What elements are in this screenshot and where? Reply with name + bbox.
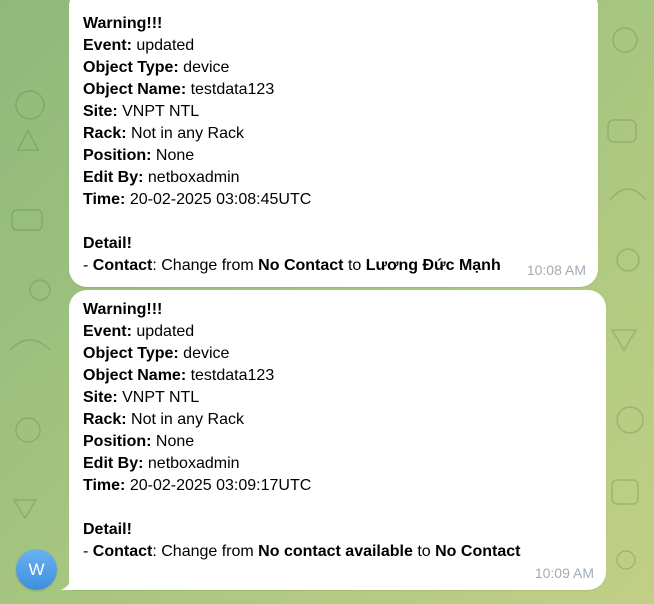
- message-bubble[interactable]: Warning!!! Event: updated Object Type: d…: [69, 290, 606, 590]
- time-value: 20-02-2025 03:08:45UTC: [125, 191, 312, 208]
- detail-heading: Detail!: [83, 235, 132, 252]
- position-label: Position:: [83, 147, 152, 164]
- rack-value: Not in any Rack: [126, 411, 244, 428]
- rack-label: Rack:: [83, 125, 127, 142]
- bubble-tail: [61, 574, 75, 590]
- object-type-value: device: [178, 59, 230, 76]
- detail-line: - Contact: Change from No Contact to Lươ…: [83, 255, 584, 277]
- rack-value: Not in any Rack: [126, 125, 244, 142]
- detail-field: Contact: [92, 543, 153, 560]
- event-value: updated: [131, 37, 195, 54]
- position-label: Position:: [83, 433, 152, 450]
- message-bubble[interactable]: Warning!!! Event: updated Object Type: d…: [69, 0, 598, 287]
- edit-by-label: Edit By:: [83, 169, 144, 186]
- object-name-value: testdata123: [186, 367, 275, 384]
- site-value: VNPT NTL: [117, 389, 200, 406]
- detail-to: No Contact: [435, 543, 521, 560]
- object-name-label: Object Name:: [83, 81, 187, 98]
- detail-to-word: to: [412, 543, 436, 560]
- sender-avatar[interactable]: W: [16, 549, 57, 590]
- event-label: Event:: [83, 37, 132, 54]
- edit-by-value: netboxadmin: [143, 169, 240, 186]
- position-value: None: [151, 147, 195, 164]
- message-timestamp: 10:08 AM: [526, 262, 586, 278]
- position-value: None: [151, 433, 195, 450]
- avatar-initial: W: [28, 559, 45, 579]
- time-label: Time:: [83, 477, 126, 494]
- detail-from: No contact available: [258, 543, 413, 560]
- edit-by-label: Edit By:: [83, 455, 144, 472]
- object-name-value: testdata123: [186, 81, 275, 98]
- site-value: VNPT NTL: [117, 103, 200, 120]
- detail-prefix: -: [83, 543, 93, 560]
- detail-line: - Contact: Change from No contact availa…: [83, 541, 592, 563]
- detail-heading: Detail!: [83, 521, 132, 538]
- detail-to: Lương Đức Mạnh: [365, 257, 501, 274]
- event-value: updated: [131, 323, 195, 340]
- object-type-value: device: [178, 345, 230, 362]
- warning-heading: Warning!!!: [83, 15, 163, 32]
- event-label: Event:: [83, 323, 132, 340]
- site-label: Site:: [83, 389, 118, 406]
- object-type-label: Object Type:: [83, 345, 179, 362]
- warning-heading: Warning!!!: [83, 301, 163, 318]
- object-name-label: Object Name:: [83, 367, 187, 384]
- detail-mid: : Change from: [152, 543, 259, 560]
- rack-label: Rack:: [83, 411, 127, 428]
- site-label: Site:: [83, 103, 118, 120]
- detail-mid: : Change from: [152, 257, 259, 274]
- object-type-label: Object Type:: [83, 59, 179, 76]
- message-timestamp: 10:09 AM: [534, 565, 594, 581]
- edit-by-value: netboxadmin: [143, 455, 240, 472]
- detail-prefix: -: [83, 257, 93, 274]
- detail-from: No Contact: [258, 257, 344, 274]
- detail-field: Contact: [92, 257, 153, 274]
- time-label: Time:: [83, 191, 126, 208]
- time-value: 20-02-2025 03:09:17UTC: [125, 477, 312, 494]
- detail-to-word: to: [343, 257, 366, 274]
